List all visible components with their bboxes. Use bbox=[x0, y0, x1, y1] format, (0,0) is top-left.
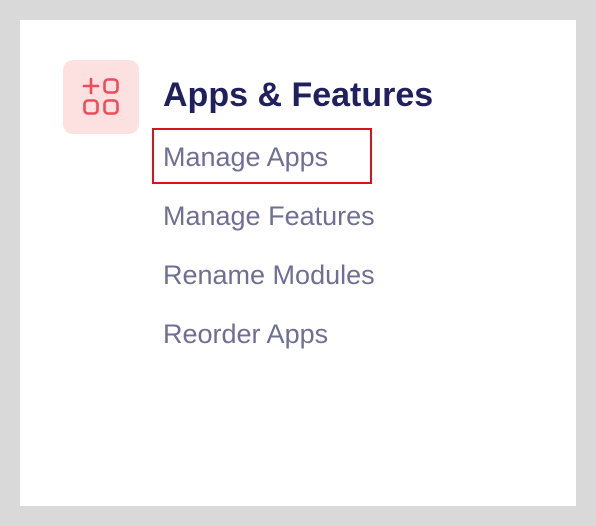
rename-modules-link[interactable]: Rename Modules bbox=[163, 252, 375, 311]
manage-features-link[interactable]: Manage Features bbox=[163, 193, 375, 252]
reorder-apps-link[interactable]: Reorder Apps bbox=[163, 311, 375, 370]
settings-card: Apps & Features Manage Apps Manage Featu… bbox=[20, 20, 576, 506]
manage-apps-link[interactable]: Manage Apps bbox=[152, 128, 375, 193]
section-title: Apps & Features bbox=[163, 76, 434, 114]
apps-add-icon bbox=[82, 77, 119, 115]
section-icon-tile bbox=[63, 60, 139, 134]
menu-item-label: Manage Apps bbox=[163, 142, 329, 172]
apps-features-menu: Manage Apps Manage Features Rename Modul… bbox=[152, 128, 375, 370]
menu-item-label: Reorder Apps bbox=[163, 319, 329, 349]
menu-item-label: Manage Features bbox=[163, 201, 375, 231]
menu-item-label: Rename Modules bbox=[163, 260, 375, 290]
